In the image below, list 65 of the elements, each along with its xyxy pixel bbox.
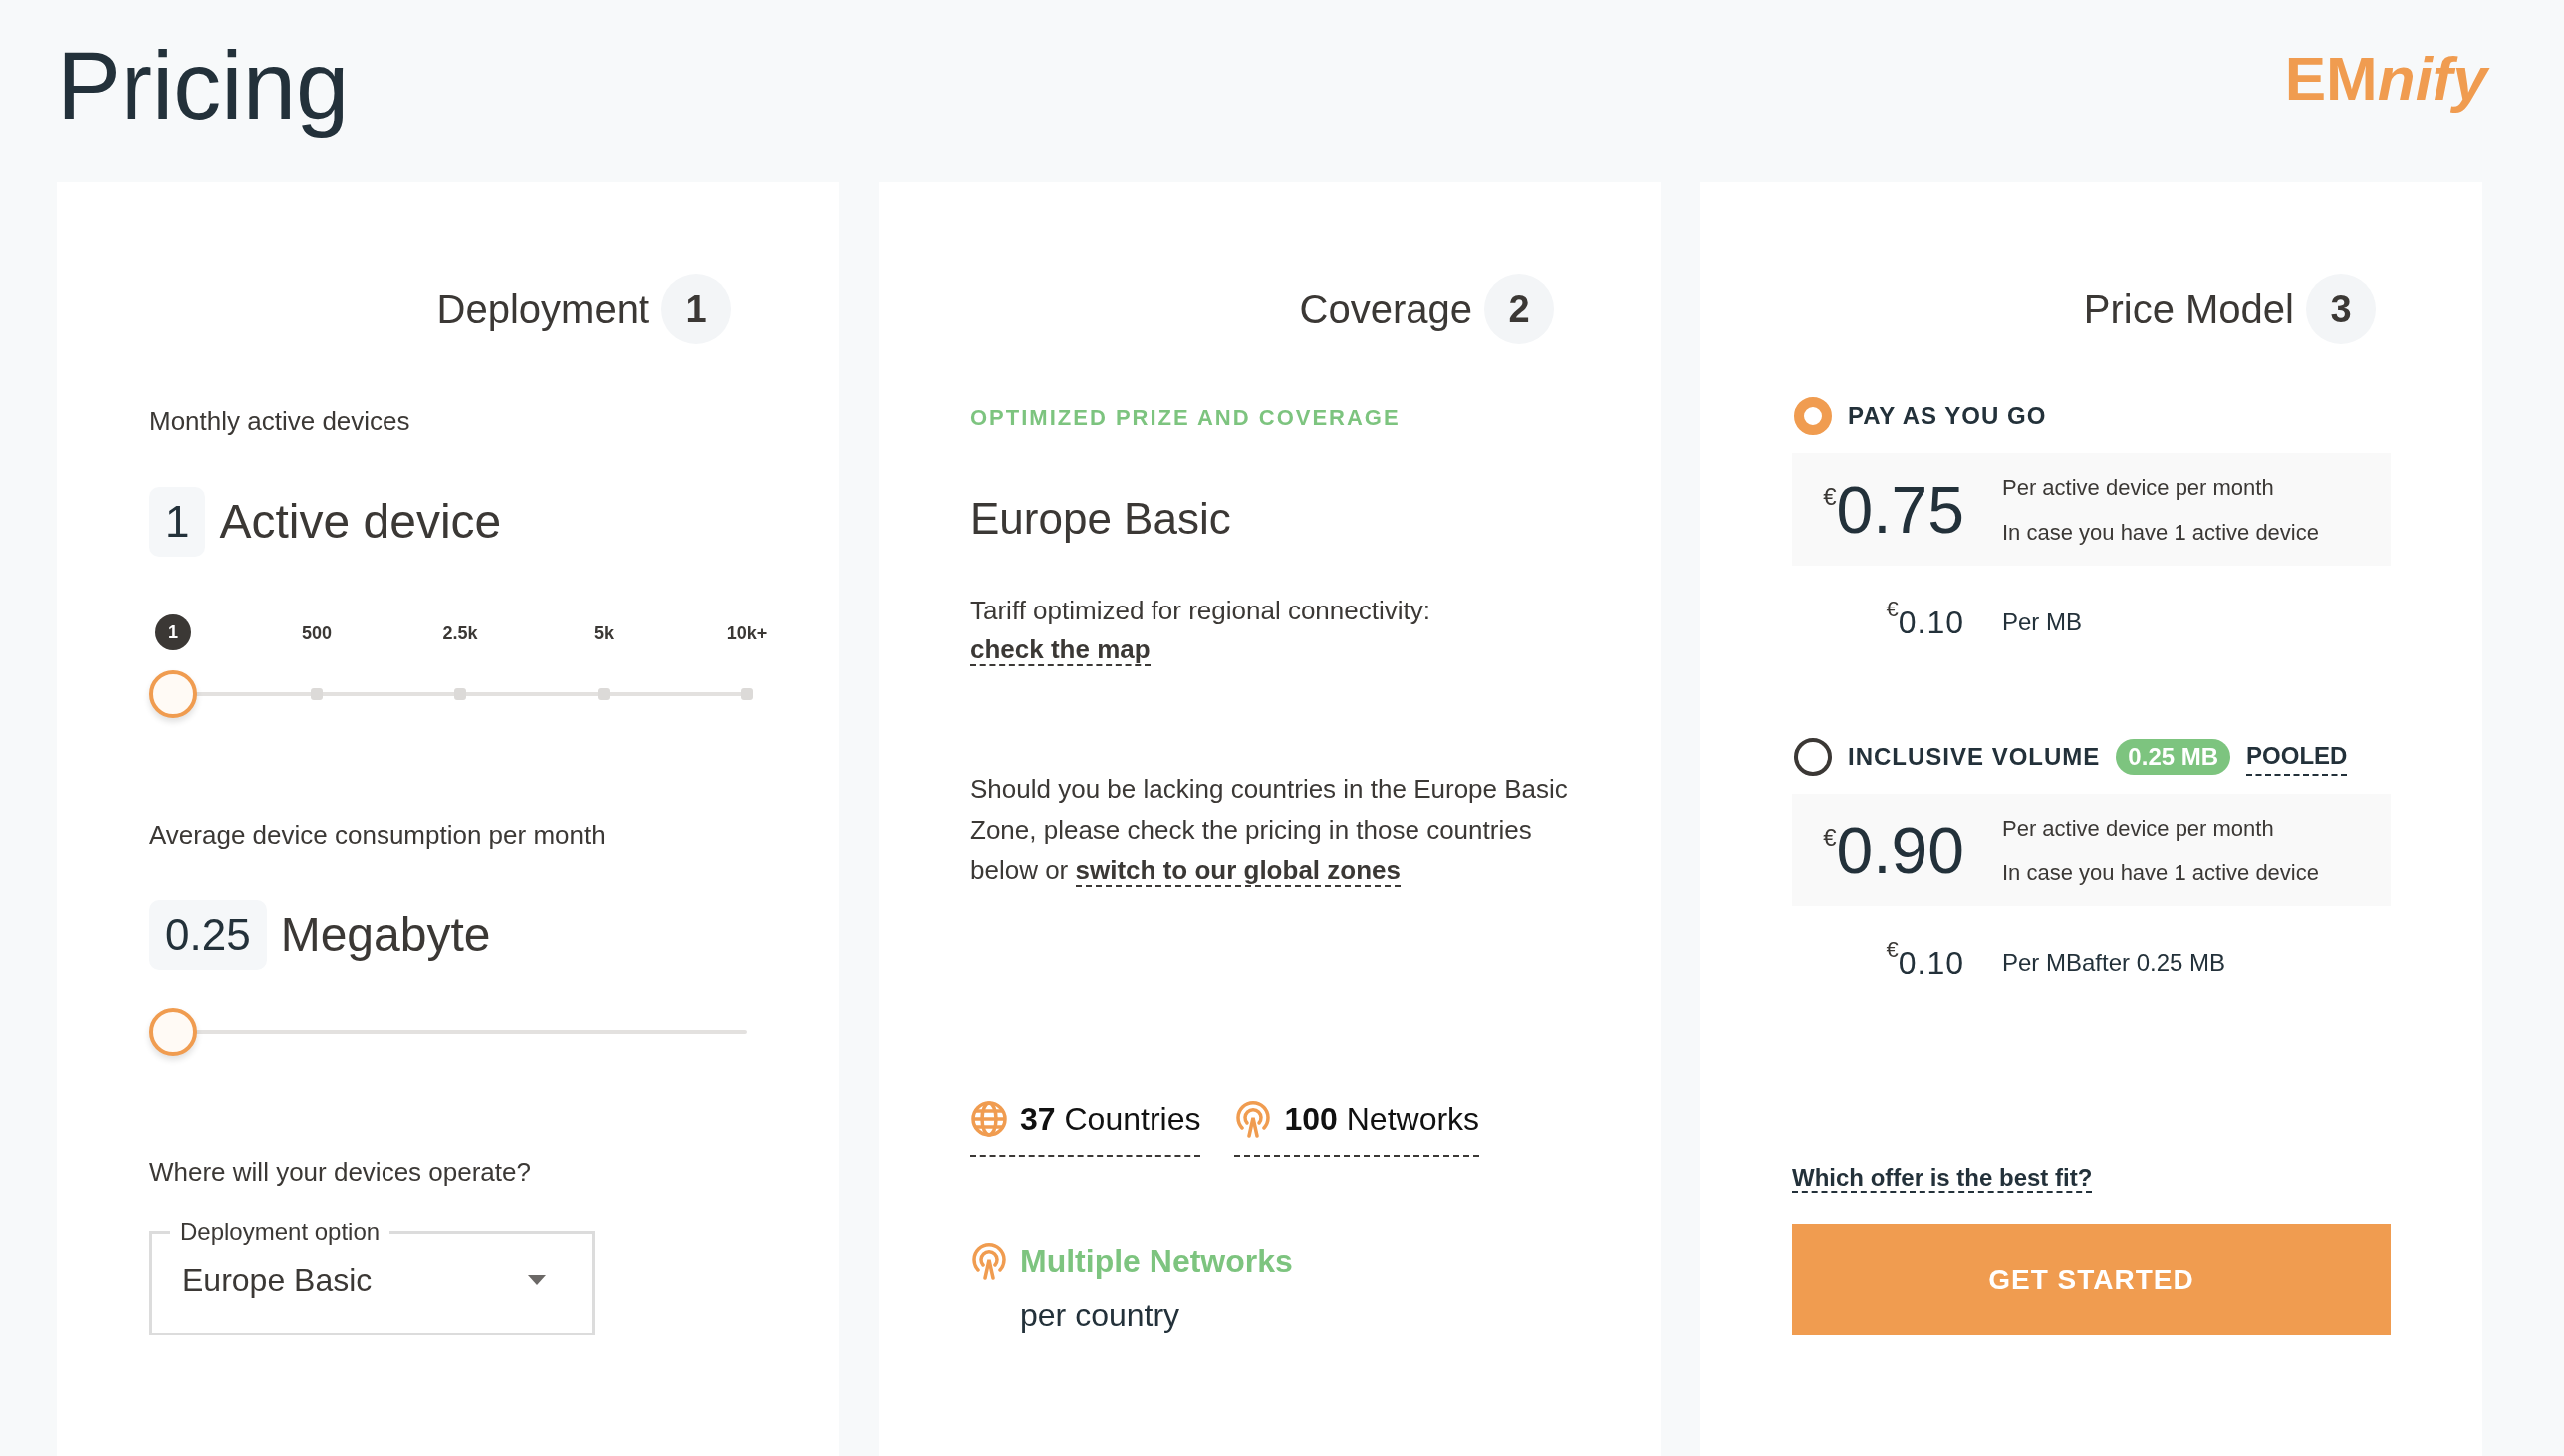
page-title: Pricing [57, 31, 350, 140]
option-label[interactable]: INCLUSIVE VOLUME [1848, 739, 2101, 775]
caret-icon [528, 1275, 546, 1285]
card-title: Deployment [436, 286, 649, 333]
stat-text: 37 Countries [1020, 1100, 1201, 1139]
slider-thumb[interactable] [149, 670, 197, 718]
slider-tick [311, 688, 323, 700]
map-link[interactable]: check the map [970, 634, 1151, 666]
price-description: Per active device per month [2002, 473, 2275, 502]
radio-button[interactable] [1794, 738, 1832, 776]
price-description: In case you have 1 active device [2002, 858, 2319, 887]
option-label[interactable]: PAY AS YOU GO [1848, 398, 2047, 434]
pooled-link[interactable]: POOLED [2246, 738, 2348, 776]
dropdown-legend: Deployment option [180, 1218, 381, 1245]
coverage-stat[interactable]: 37 Countries [970, 1095, 1201, 1157]
slider-tick-label[interactable]: 500 [302, 620, 332, 647]
field-label: Average device consumption per month [149, 819, 607, 851]
card-title: Coverage [1299, 286, 1472, 333]
zone-description: Tariff optimized for regional connectivity: [970, 595, 1431, 627]
card-title: Price Model [2083, 286, 2294, 333]
coverage-stat[interactable]: 100 Networks [1234, 1095, 1480, 1157]
slider-tick-label[interactable]: 1 [155, 614, 191, 650]
dropdown-value: Europe Basic [182, 1261, 373, 1300]
stat-text: 100 Networks [1284, 1100, 1480, 1139]
price-description: In case you have 1 active device [2002, 518, 2319, 547]
currency-symbol: € [1886, 596, 1899, 621]
currency-symbol: € [1823, 481, 1837, 512]
field-label: Where will your devices operate? [149, 1156, 532, 1189]
field-label: Monthly active devices [149, 405, 411, 438]
currency-symbol: € [1823, 822, 1837, 852]
zone-name: Europe Basic [970, 493, 1232, 545]
antenna-icon [970, 1242, 1008, 1280]
value-unit: Megabyte [280, 907, 491, 963]
value-unit: Active device [219, 494, 502, 550]
price-value: 0.75 [1836, 476, 1964, 543]
global-zones-link[interactable]: switch to our global zones [1075, 855, 1401, 887]
coverage-note: Should you be lacking countries in the Europe Basic Zone, please check the pricing in those countries below or switch to our global zones [970, 773, 1568, 889]
networks-title: Multiple Networks [1020, 1242, 1293, 1281]
antenna-icon [1234, 1100, 1273, 1138]
price-value: 0.90 [1836, 817, 1964, 883]
price-description: Per active device per month [2002, 814, 2275, 843]
data-unit: Per MB [2002, 607, 2082, 637]
value-field[interactable]: 0.25 [149, 900, 267, 970]
currency-symbol: € [1886, 936, 1899, 962]
slider-tick-label[interactable]: 10k+ [726, 620, 768, 647]
step-number: 3 [2306, 274, 2376, 344]
slider-tick-label[interactable]: 2.5k [442, 620, 478, 647]
slider-tick [741, 688, 753, 700]
slider-tick [454, 688, 466, 700]
step-number: 2 [1484, 274, 1554, 344]
step-number: 1 [661, 274, 731, 344]
slider-tick-label[interactable]: 5k [594, 620, 614, 647]
networks-subtitle: per country [1020, 1296, 1181, 1335]
value-field[interactable]: 1 [149, 487, 206, 557]
data-price: 0.10 [1898, 605, 1964, 642]
data-price: 0.10 [1898, 945, 1964, 983]
radio-button[interactable] [1794, 397, 1832, 435]
slider-thumb[interactable] [149, 1008, 197, 1056]
globe-icon [970, 1100, 1008, 1138]
slider-tick [598, 688, 610, 700]
slider-track[interactable] [149, 670, 755, 718]
volume-badge: 0.25 MB [2116, 739, 2231, 775]
section-eyebrow: OPTIMIZED PRIZE AND COVERAGE [970, 404, 1402, 432]
data-unit: Per MBafter 0.25 MB [2002, 948, 2226, 978]
help-link[interactable]: Which offer is the best fit? [1792, 1164, 2093, 1193]
